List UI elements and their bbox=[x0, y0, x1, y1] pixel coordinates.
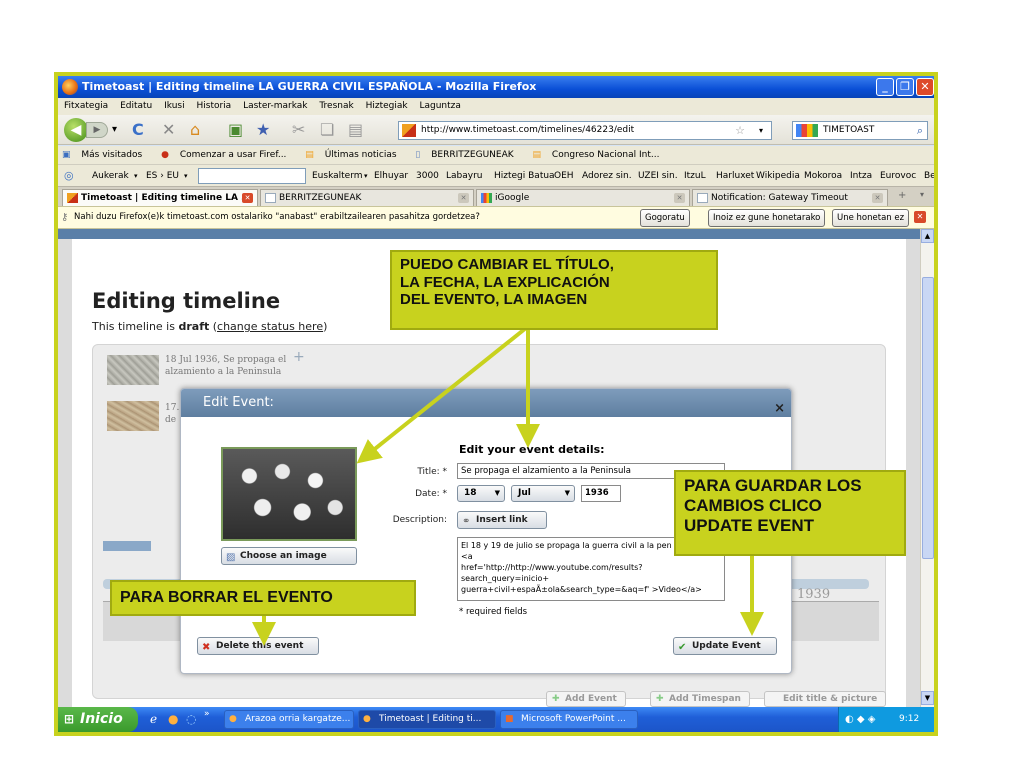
arrow-to-image bbox=[356, 326, 528, 464]
callout-edit-details: PUEDO CAMBIAR EL TÍTULO, LA FECHA, LA EX… bbox=[390, 250, 718, 330]
callout-save-changes: PARA GUARDAR LOS CAMBIOS CLICO UPDATE EV… bbox=[674, 470, 906, 556]
annotation-arrows bbox=[252, 326, 764, 646]
callout-delete-event: PARA BORRAR EL EVENTO bbox=[110, 580, 416, 616]
